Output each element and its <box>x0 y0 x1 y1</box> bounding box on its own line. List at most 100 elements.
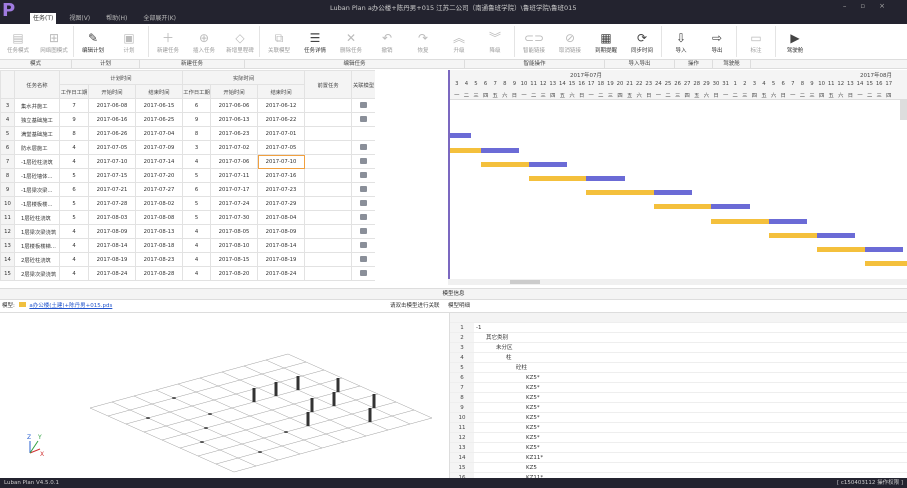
table-row[interactable]: 15 2层梁次梁浇筑 4 2017-08-24 2017-08-28 4 2017-08-2… <box>0 266 377 281</box>
cell-ps[interactable]: 2017-08-19 <box>88 252 136 267</box>
table-row[interactable]: 6 防水层施工 4 2017-07-05 2017-07-09 3 2017-07-02 20… <box>0 140 377 155</box>
model-icon[interactable] <box>360 171 368 178</box>
tree-row[interactable]: 8 KZ5* <box>450 393 907 403</box>
cell-id[interactable]: 15 <box>0 266 15 281</box>
cell-model[interactable] <box>351 112 377 127</box>
table-row[interactable]: 11 1层砼柱浇筑 5 2017-08-03 2017-08-08 5 2017-07-30… <box>0 210 377 225</box>
cell-pe[interactable]: 2017-08-02 <box>134 196 184 211</box>
plan-bar[interactable] <box>450 133 472 139</box>
model-icon[interactable] <box>360 199 368 206</box>
cell-pd[interactable]: 4 <box>59 252 89 267</box>
cell-pd[interactable]: 5 <box>59 196 89 211</box>
tree-row[interactable]: 9 KZ5* <box>450 403 907 413</box>
cell-as[interactable]: 2017-08-15 <box>210 252 259 267</box>
cell-ps[interactable]: 2017-08-14 <box>88 238 136 253</box>
table-row[interactable]: 13 1层楼板楼梯... 4 2017-08-14 2017-08-18 4 2017-08… <box>0 238 377 253</box>
table-row[interactable]: 10 -1层楼板楼... 5 2017-07-28 2017-08-02 5 2017-07… <box>0 196 377 211</box>
cell-as[interactable]: 2017-06-06 <box>210 98 259 113</box>
cell-pd[interactable]: 6 <box>59 182 89 197</box>
cell-pd[interactable]: 8 <box>59 126 89 141</box>
cell-ad[interactable]: 5 <box>182 210 212 225</box>
tree-row[interactable]: 15 KZ5 <box>450 463 907 473</box>
cell-ad[interactable]: 4 <box>182 154 212 169</box>
cell-ae[interactable]: 2017-07-16 <box>257 168 306 183</box>
cell-pred[interactable] <box>304 196 353 211</box>
cell-model[interactable] <box>351 224 377 239</box>
actual-bar[interactable] <box>653 204 712 210</box>
actual-bar[interactable] <box>864 261 907 267</box>
cell-pe[interactable]: 2017-08-28 <box>134 266 184 281</box>
cell-pd[interactable]: 4 <box>59 266 89 281</box>
cell-name[interactable]: 独立基础施工 <box>14 112 60 127</box>
cell-ae[interactable]: 2017-08-09 <box>257 224 306 239</box>
cell-ps[interactable]: 2017-08-09 <box>88 224 136 239</box>
plan-bar[interactable] <box>586 176 625 181</box>
cell-name[interactable]: -1层砼柱浇筑 <box>14 154 60 169</box>
col-linked-model[interactable]: 关联模型 <box>351 70 377 99</box>
cell-ae[interactable]: 2017-07-01 <box>257 126 306 141</box>
cell-as[interactable]: 2017-06-23 <box>210 126 259 141</box>
cell-ae[interactable]: 2017-06-12 <box>257 98 306 113</box>
cell-id[interactable]: 10 <box>0 196 15 211</box>
cell-pe[interactable]: 2017-07-27 <box>134 182 184 197</box>
cell-pe[interactable]: 2017-08-23 <box>134 252 184 267</box>
cell-pe[interactable]: 2017-08-18 <box>134 238 184 253</box>
actual-bar[interactable] <box>586 190 654 196</box>
cell-name[interactable]: -1层砼墙体... <box>14 168 60 183</box>
cell-pred[interactable] <box>304 182 353 197</box>
actual-bar[interactable] <box>528 176 587 181</box>
cell-ae[interactable]: 2017-07-05 <box>257 140 306 155</box>
tree-row[interactable]: 13 KZ5* <box>450 443 907 453</box>
plan-bar[interactable] <box>480 147 520 153</box>
model-icon[interactable] <box>360 185 368 192</box>
cell-id[interactable]: 12 <box>0 224 15 239</box>
tree-row[interactable]: 2 其它类别 <box>450 333 907 343</box>
model-icon[interactable] <box>360 101 368 108</box>
3d-model-canvas[interactable]: Z X Y <box>0 313 447 478</box>
table-row[interactable]: 5 满堂基础施工 8 2017-06-26 2017-07-04 8 2017-06-23 2… <box>0 126 377 141</box>
cell-ae[interactable]: 2017-07-29 <box>257 196 306 211</box>
cell-pred[interactable] <box>304 238 353 253</box>
plan-bar[interactable] <box>711 204 750 210</box>
unlink-button[interactable]: ⊘ 取消链接 <box>552 24 588 60</box>
cell-ad[interactable]: 4 <box>182 224 212 239</box>
cell-ps[interactable]: 2017-06-26 <box>88 126 136 141</box>
tab-2[interactable]: 帮助(H) <box>103 13 130 24</box>
tree-row[interactable]: 4柱 <box>450 353 907 363</box>
plan-button[interactable]: ▣ 计划 <box>111 24 147 60</box>
tab-1[interactable]: 视图(V) <box>66 13 93 24</box>
cell-as[interactable]: 2017-06-13 <box>210 112 259 127</box>
cell-ae[interactable]: 2017-08-24 <box>257 266 306 281</box>
model-icon[interactable] <box>360 241 368 248</box>
cell-pe[interactable]: 2017-07-20 <box>134 168 184 183</box>
cell-model[interactable] <box>351 168 377 183</box>
cell-pred[interactable] <box>304 126 353 141</box>
cell-model[interactable] <box>351 154 377 169</box>
col-task-name[interactable]: 任务名称 <box>14 70 60 99</box>
cell-pred[interactable] <box>304 266 353 281</box>
maximize-button[interactable]: ▫ <box>860 2 879 10</box>
plan-bar[interactable] <box>528 161 568 167</box>
cell-pd[interactable]: 4 <box>59 154 89 169</box>
cell-pe[interactable]: 2017-08-08 <box>134 210 184 225</box>
cell-as[interactable]: 2017-08-10 <box>210 238 259 253</box>
tree-row[interactable]: 7 KZ5* <box>450 383 907 393</box>
delete-task-button[interactable]: ✕ 删除任务 <box>333 24 369 60</box>
cell-pd[interactable]: 4 <box>59 140 89 155</box>
tab-3[interactable]: 全部展开(K) <box>140 13 179 24</box>
cell-ad[interactable]: 4 <box>182 238 212 253</box>
cell-pe[interactable]: 2017-06-15 <box>134 98 184 113</box>
table-row[interactable]: 4 独立基础施工 9 2017-06-16 2017-06-25 9 2017-06-13 2… <box>0 112 377 127</box>
table-row[interactable]: 8 -1层砼墙体... 5 2017-07-15 2017-07-20 5 2017-07-… <box>0 168 377 183</box>
link-model-button[interactable]: ⧉ 关联模型 <box>261 24 297 60</box>
milestone-button[interactable]: ◇ 新增里程碑 <box>222 24 258 60</box>
actual-bar[interactable] <box>480 161 529 167</box>
cell-ad[interactable]: 5 <box>182 168 212 183</box>
cell-id[interactable]: 6 <box>0 140 15 155</box>
cell-model[interactable] <box>351 238 377 253</box>
annotate-button[interactable]: ▭ 标注 <box>738 24 774 60</box>
cell-as[interactable]: 2017-07-30 <box>210 210 259 225</box>
undo-button[interactable]: ↶ 撤销 <box>369 24 405 60</box>
play-button[interactable]: ▶ 驾驶舱 <box>777 24 813 60</box>
cell-id[interactable]: 3 <box>0 98 15 113</box>
